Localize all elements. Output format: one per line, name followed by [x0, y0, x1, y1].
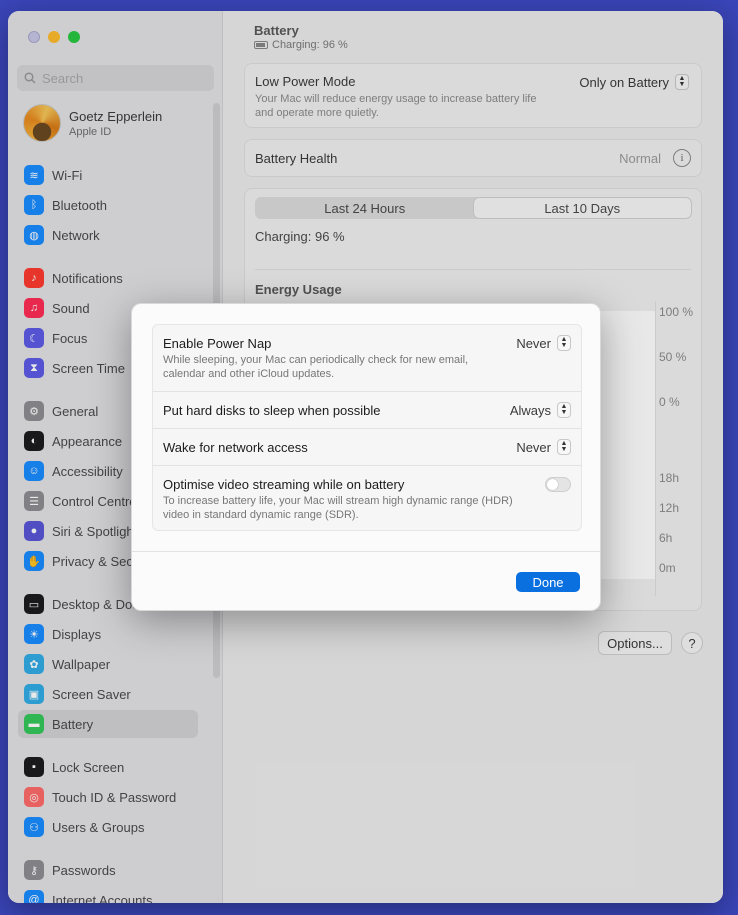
disk-sleep-value: Always [509, 402, 551, 418]
power-nap-row: Enable Power Nap While sleeping, your Ma… [153, 325, 581, 391]
power-nap-popup[interactable]: Never ▲ ▼ [516, 335, 571, 351]
network-wake-title: Wake for network access [163, 440, 308, 455]
video-streaming-description: To increase battery life, your Mac will … [163, 495, 513, 521]
sheet-divider [132, 551, 600, 552]
power-nap-value: Never [516, 335, 551, 351]
disk-sleep-title: Put hard disks to sleep when possible [163, 403, 381, 418]
video-streaming-toggle[interactable] [545, 477, 571, 492]
done-button[interactable]: Done [516, 572, 580, 592]
power-nap-title: Enable Power Nap [163, 336, 272, 351]
network-wake-popup[interactable]: Never ▲ ▼ [516, 439, 571, 455]
disk-sleep-row: Put hard disks to sleep when possible Al… [153, 391, 581, 428]
power-nap-description: While sleeping, your Mac can periodicall… [163, 354, 469, 380]
battery-options-sheet: Enable Power Nap While sleeping, your Ma… [131, 303, 601, 611]
network-wake-value: Never [516, 439, 551, 455]
options-list: Enable Power Nap While sleeping, your Ma… [152, 324, 582, 531]
video-streaming-title: Optimise video streaming while on batter… [163, 477, 405, 492]
disk-sleep-popup[interactable]: Always ▲ ▼ [510, 402, 571, 418]
chevron-updown-icon: ▲ ▼ [557, 402, 571, 418]
video-streaming-row: Optimise video streaming while on batter… [153, 465, 581, 531]
chevron-updown-icon: ▲ ▼ [557, 439, 571, 455]
chevron-updown-icon: ▲ ▼ [557, 335, 571, 351]
network-wake-row: Wake for network access Never ▲ ▼ [153, 428, 581, 465]
toggle-switch[interactable] [545, 477, 571, 492]
